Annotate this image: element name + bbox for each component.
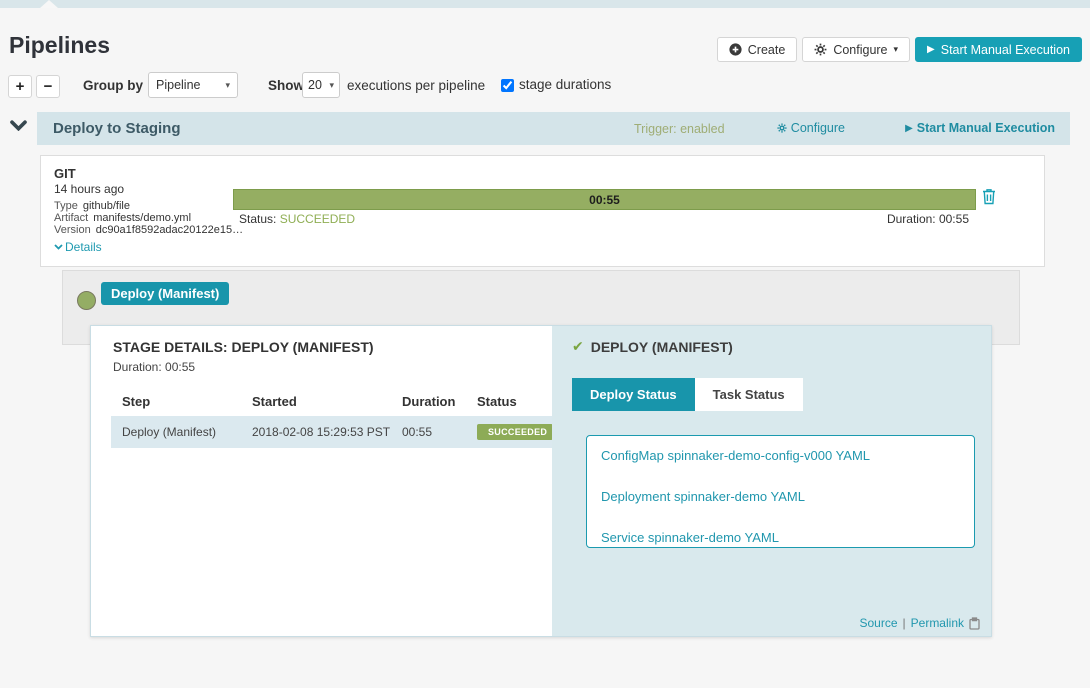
execution-field-version: Version dc90a1f8592adac20122e15…: [54, 224, 243, 236]
stage-details-duration: Duration: 00:55: [113, 360, 195, 374]
stage-durations-toggle: stage durations: [501, 77, 611, 92]
play-icon: ▶: [927, 45, 935, 55]
group-by-value: Pipeline: [156, 78, 200, 92]
service-yaml-link[interactable]: Service spinnaker-demo YAML: [601, 530, 960, 545]
execution-metadata: Type github/file Artifact manifests/demo…: [54, 200, 243, 236]
plus-icon: +: [16, 78, 25, 95]
separator: |: [903, 616, 906, 630]
play-icon: ▶: [905, 123, 913, 134]
col-duration: Duration: [391, 394, 466, 409]
col-step: Step: [111, 394, 241, 409]
col-started: Started: [241, 394, 391, 409]
trigger-status: Trigger: enabled: [634, 122, 725, 136]
collapse-group-chevron-icon[interactable]: [10, 120, 27, 131]
plus-circle-icon: [729, 43, 742, 56]
copy-permalink-icon[interactable]: [969, 617, 981, 630]
cell-status: SUCCEEDED: [466, 424, 553, 440]
stage-panel-title: DEPLOY (MANIFEST): [591, 339, 733, 355]
show-label: Show: [268, 78, 304, 93]
execution-time-ago: 14 hours ago: [54, 182, 124, 196]
table-row[interactable]: Deploy (Manifest) 2018-02-08 15:29:53 PS…: [111, 416, 552, 448]
status-badge: SUCCEEDED: [477, 424, 553, 440]
tab-task-status[interactable]: Task Status: [695, 378, 803, 411]
active-tab-notch: [40, 0, 58, 8]
execution-card: GIT 14 hours ago Type github/file Artifa…: [40, 155, 1045, 267]
create-button[interactable]: Create: [717, 37, 798, 62]
minus-icon: −: [44, 78, 53, 95]
chevron-down-icon: [54, 244, 63, 250]
group-by-label: Group by: [83, 78, 143, 93]
stage-details-popup: STAGE DETAILS: DEPLOY (MANIFEST) Duratio…: [90, 325, 992, 637]
stage-panel-footer: Source | Permalink: [859, 616, 981, 630]
caret-down-icon: ▾: [894, 45, 899, 54]
configure-button[interactable]: Configure ▾: [802, 37, 910, 62]
stage-details-panel: STAGE DETAILS: DEPLOY (MANIFEST) Duratio…: [91, 326, 552, 636]
zoom-out-button[interactable]: −: [36, 75, 60, 98]
stage-panel-tabs: Deploy Status Task Status: [572, 378, 803, 411]
pipeline-configure-link[interactable]: Configure: [777, 121, 845, 135]
cell-step: Deploy (Manifest): [111, 425, 241, 439]
page-title: Pipelines: [9, 32, 110, 59]
stage-details-title: STAGE DETAILS: DEPLOY (MANIFEST): [113, 339, 374, 355]
caret-down-icon: ▾: [329, 80, 334, 91]
show-count-select[interactable]: 20 ▾: [302, 72, 340, 98]
zoom-in-button[interactable]: +: [8, 75, 32, 98]
start-manual-execution-button[interactable]: ▶ Start Manual Execution: [915, 37, 1082, 62]
configmap-yaml-link[interactable]: ConfigMap spinnaker-demo-config-v000 YAM…: [601, 448, 960, 463]
deployment-yaml-link[interactable]: Deployment spinnaker-demo YAML: [601, 489, 960, 504]
col-status: Status: [466, 394, 552, 409]
steps-table-header: Step Started Duration Status: [111, 386, 552, 416]
stage-status-panel: ✔ DEPLOY (MANIFEST) Deploy Status Task S…: [552, 326, 991, 636]
top-nav-edge: [0, 0, 1090, 8]
cell-started: 2018-02-08 15:29:53 PST: [241, 425, 391, 439]
gear-icon: [814, 43, 827, 56]
show-count-value: 20: [308, 78, 322, 92]
gear-icon: [777, 123, 787, 133]
permalink-link[interactable]: Permalink: [911, 616, 964, 630]
execution-details-link[interactable]: Details: [54, 240, 102, 254]
steps-table: Step Started Duration Status Deploy (Man…: [111, 386, 552, 448]
execution-field-type: Type github/file: [54, 200, 243, 212]
execution-progress-bar[interactable]: 00:55: [233, 189, 976, 210]
execution-duration: Duration: 00:55: [887, 212, 969, 226]
pipeline-group-bar: Deploy to Staging Trigger: enabled Confi…: [37, 112, 1070, 145]
check-icon: ✔: [572, 338, 584, 355]
execution-status: Status: SUCCEEDED: [239, 212, 355, 226]
caret-down-icon: ▾: [225, 80, 230, 91]
stage-status-dot[interactable]: [77, 291, 96, 310]
pipelines-page: Pipelines Create Configure ▾ ▶ Start Man…: [0, 0, 1090, 688]
header-actions: Create Configure ▾ ▶ Start Manual Execut…: [717, 37, 1082, 62]
source-link[interactable]: Source: [859, 616, 897, 630]
cell-duration: 00:55: [391, 425, 466, 439]
tab-deploy-status[interactable]: Deploy Status: [572, 378, 695, 411]
executions-per-pipeline-text: executions per pipeline: [347, 78, 485, 93]
execution-field-artifact: Artifact manifests/demo.yml: [54, 212, 243, 224]
stage-panel-header: ✔ DEPLOY (MANIFEST): [572, 338, 733, 355]
stage-node-deploy-manifest[interactable]: Deploy (Manifest): [101, 282, 229, 305]
delete-execution-icon[interactable]: [982, 188, 996, 205]
execution-trigger-type: GIT: [54, 166, 76, 181]
group-by-select[interactable]: Pipeline ▾: [148, 72, 238, 98]
status-succeeded-text: SUCCEEDED: [280, 212, 355, 226]
stage-durations-label[interactable]: stage durations: [519, 77, 611, 92]
stage-durations-checkbox[interactable]: [501, 79, 514, 92]
pipeline-start-manual-execution-link[interactable]: ▶ Start Manual Execution: [905, 121, 1055, 135]
pipeline-name: Deploy to Staging: [53, 120, 181, 137]
progress-bar-duration: 00:55: [589, 193, 620, 207]
deployed-manifests-box: ConfigMap spinnaker-demo-config-v000 YAM…: [586, 435, 975, 548]
